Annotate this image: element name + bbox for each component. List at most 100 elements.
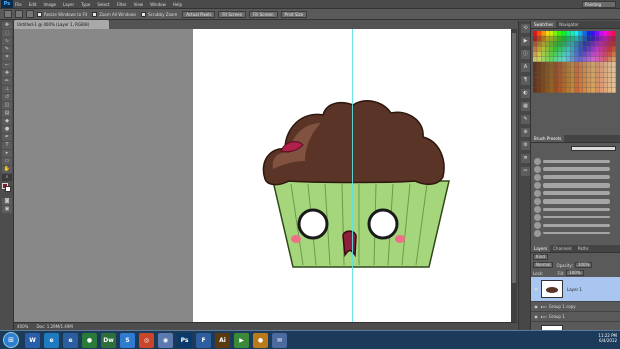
swatch-cell[interactable] — [586, 67, 591, 73]
swatch-cell[interactable] — [603, 72, 608, 78]
swatch-cell[interactable] — [595, 56, 600, 62]
menu-window[interactable]: Window — [150, 2, 166, 7]
swatch-cell[interactable] — [533, 41, 537, 47]
swatch-cell[interactable] — [533, 82, 537, 88]
resize-windows-checkbox[interactable]: Resize Windows to Fit — [37, 11, 87, 17]
swatch-cell[interactable] — [570, 77, 575, 83]
swatch-cell[interactable] — [553, 77, 558, 83]
taskbar-app12-icon[interactable]: ● — [253, 332, 268, 348]
swatch-cell[interactable] — [574, 62, 579, 67]
swatch-cell[interactable] — [603, 77, 608, 83]
brush-preset-row[interactable] — [533, 189, 613, 197]
fit-screen-button[interactable]: Fit Screen — [218, 10, 247, 18]
swatch-cell[interactable] — [603, 41, 608, 47]
swatch-cell[interactable] — [607, 46, 612, 52]
tool-presets-icon[interactable]: ⚙ — [521, 141, 530, 150]
swatch-cell[interactable] — [562, 51, 566, 57]
swatch-cell[interactable] — [611, 36, 616, 42]
swatch-cell[interactable] — [611, 67, 616, 73]
swatch-cell[interactable] — [607, 77, 612, 83]
swatch-cell[interactable] — [591, 72, 595, 78]
brush-preset-row[interactable] — [533, 173, 613, 181]
brush-preset-row[interactable] — [533, 197, 613, 205]
swatch-cell[interactable] — [549, 67, 554, 73]
swatch-cell[interactable] — [566, 87, 571, 93]
swatch-cell[interactable] — [586, 87, 591, 93]
swatch-cell[interactable] — [599, 41, 604, 47]
print-size-button[interactable]: Print Size — [280, 10, 308, 18]
path-select-tool-icon[interactable]: ▸ — [2, 150, 12, 157]
swatch-cell[interactable] — [586, 77, 591, 83]
brush-tool-icon[interactable]: ✏ — [2, 78, 12, 85]
swatch-cell[interactable] — [607, 31, 612, 36]
fill-field[interactable]: 100% — [566, 270, 584, 276]
history-icon[interactable]: ⟲ — [521, 24, 530, 33]
swatch-cell[interactable] — [562, 87, 566, 93]
quick-select-tool-icon[interactable]: ✎ — [2, 46, 12, 53]
scrollbar-thumb[interactable] — [512, 33, 516, 283]
swatch-cell[interactable] — [557, 36, 562, 42]
swatch-cell[interactable] — [562, 56, 566, 62]
swatch-cell[interactable] — [578, 46, 583, 52]
swatch-cell[interactable] — [607, 56, 612, 62]
swatch-cell[interactable] — [549, 72, 554, 78]
swatch-cell[interactable] — [599, 62, 604, 67]
brush-preset-row[interactable] — [533, 165, 613, 173]
swatch-cell[interactable] — [541, 31, 546, 36]
type-tool-icon[interactable]: T — [2, 142, 12, 149]
swatch-cell[interactable] — [603, 46, 608, 52]
lasso-tool-icon[interactable]: ∿ — [2, 38, 12, 45]
eyedropper-tool-icon[interactable]: ⌐ — [2, 62, 12, 69]
swatch-cell[interactable] — [570, 72, 575, 78]
layer-row-layer-1[interactable]: ◉ Layer 1 — [531, 277, 620, 302]
eye-icon[interactable]: ◉ — [533, 314, 539, 320]
swatch-cell[interactable] — [553, 46, 558, 52]
swatch-cell[interactable] — [591, 31, 595, 36]
swatch-cell[interactable] — [537, 82, 541, 88]
layer-kind-select[interactable]: Kind — [533, 254, 548, 260]
swatch-cell[interactable] — [533, 67, 537, 73]
swatch-cell[interactable] — [537, 72, 541, 78]
swatch-cell[interactable] — [591, 87, 595, 93]
blur-tool-icon[interactable]: ◆ — [2, 118, 12, 125]
swatch-cell[interactable] — [591, 41, 595, 47]
eraser-tool-icon[interactable]: ◫ — [2, 102, 12, 109]
paragraph-icon[interactable]: ¶ — [521, 76, 530, 85]
swatch-cell[interactable] — [533, 31, 537, 36]
swatch-cell[interactable] — [566, 56, 571, 62]
swatch-cell[interactable] — [537, 77, 541, 83]
swatch-cell[interactable] — [549, 77, 554, 83]
swatch-cell[interactable] — [586, 46, 591, 52]
swatch-cell[interactable] — [607, 67, 612, 73]
swatch-cell[interactable] — [578, 82, 583, 88]
info-icon[interactable]: ⓘ — [521, 50, 530, 59]
swatch-cell[interactable] — [549, 62, 554, 67]
swatch-cell[interactable] — [582, 56, 587, 62]
swatch-cell[interactable] — [533, 46, 537, 52]
swatch-cell[interactable] — [586, 72, 591, 78]
swatch-cell[interactable] — [566, 31, 571, 36]
swatch-cell[interactable] — [603, 51, 608, 57]
swatch-cell[interactable] — [553, 62, 558, 67]
swatch-cell[interactable] — [578, 67, 583, 73]
history-brush-tool-icon[interactable]: ↺ — [2, 94, 12, 101]
swatch-cell[interactable] — [586, 62, 591, 67]
layer-row-group-1[interactable]: ◉ ▸▭ Group 1 — [531, 312, 620, 322]
swatch-cell[interactable] — [578, 36, 583, 42]
tab-navigator[interactable]: Navigator — [556, 21, 582, 28]
brush-preset-row[interactable] — [533, 213, 613, 221]
swatch-cell[interactable] — [591, 62, 595, 67]
actions-icon[interactable]: ▶ — [521, 37, 530, 46]
taskbar-chrome-icon[interactable]: ◎ — [139, 332, 154, 348]
swatch-cell[interactable] — [549, 41, 554, 47]
vertical-guide[interactable] — [352, 29, 353, 322]
swatch-cell[interactable] — [553, 31, 558, 36]
swatch-cell[interactable] — [599, 67, 604, 73]
swatch-cell[interactable] — [545, 62, 550, 67]
taskbar-filezilla-icon[interactable]: F — [196, 332, 211, 348]
menu-image[interactable]: Image — [43, 2, 56, 7]
pen-tool-icon[interactable]: ✒ — [2, 134, 12, 141]
swatch-cell[interactable] — [549, 87, 554, 93]
swatch-cell[interactable] — [603, 67, 608, 73]
swatch-cell[interactable] — [599, 77, 604, 83]
